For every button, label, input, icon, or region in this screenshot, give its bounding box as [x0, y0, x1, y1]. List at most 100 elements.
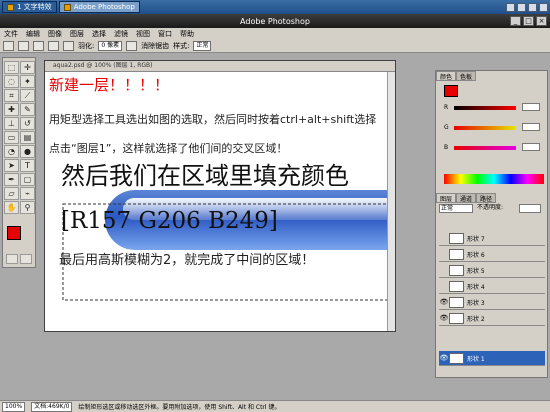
menu-window[interactable]: 窗口 — [154, 29, 176, 39]
tray-icon[interactable] — [506, 2, 515, 12]
opacity-input[interactable] — [519, 204, 541, 213]
instruction-line: 用矩型选择工具选出如图的选取，然后同时按着ctrl+alt+shift选择 — [49, 113, 377, 126]
foreground-color-swatch[interactable] — [7, 226, 21, 240]
eraser-icon[interactable]: ▭ — [4, 131, 19, 144]
shape-icon[interactable]: ▢ — [20, 173, 35, 186]
tab-color[interactable]: 颜色 — [436, 71, 457, 81]
menu-select[interactable]: 选择 — [88, 29, 110, 39]
tab-channels[interactable]: 通道 — [456, 193, 477, 203]
marquee-icon[interactable]: ⬚ — [4, 61, 19, 74]
tray-icon[interactable] — [528, 2, 537, 12]
layer-row-selected[interactable]: 👁 形状 1 — [439, 351, 545, 366]
color-spectrum[interactable] — [444, 174, 544, 184]
red-slider[interactable]: R — [444, 103, 544, 111]
feather-label: 羽化: — [78, 41, 95, 50]
palette-panel: 颜色 色板 R G B 图层 通道 路径 正常 不透明度: 形状 7 形状 6 — [435, 70, 548, 378]
layer-row[interactable]: 形状 5 — [439, 263, 545, 278]
standard-mode-button[interactable] — [6, 254, 18, 264]
panel-foreground-swatch[interactable] — [444, 85, 458, 97]
layer-row[interactable]: 👁 形状 2 — [439, 311, 545, 326]
layer-row[interactable]: 形状 6 — [439, 247, 545, 262]
eyedropper-icon[interactable]: ⌁ — [20, 187, 35, 200]
visibility-icon[interactable] — [439, 232, 449, 245]
brush-icon[interactable]: ✎ — [20, 103, 35, 116]
layer-row[interactable]: 形状 4 — [439, 279, 545, 294]
tab-paths[interactable]: 路径 — [476, 193, 497, 203]
document-window: aqua2.psd @ 100% (图层 1, RGB) 新建一层！！！！ 用矩… — [44, 60, 396, 332]
minimize-button[interactable]: _ — [510, 16, 521, 26]
blend-controls: 正常 不透明度: — [439, 204, 544, 214]
visibility-icon[interactable] — [439, 280, 449, 293]
document-size: 文档:469K/0 — [31, 401, 73, 412]
menu-layer[interactable]: 图层 — [66, 29, 88, 39]
crop-icon[interactable]: ⌗ — [4, 89, 19, 102]
instruction-line: 点击“图层1”，这样就选择了他们间的交叉区域！ — [49, 142, 288, 155]
path-select-icon[interactable]: ➤ — [4, 159, 19, 172]
close-button[interactable]: × — [536, 16, 547, 26]
slice-icon[interactable]: ⟋ — [20, 89, 35, 102]
taskbar-tab-label: 1 文字特效 — [17, 3, 52, 11]
menu-image[interactable]: 图像 — [44, 29, 66, 39]
menu-file[interactable]: 文件 — [0, 29, 22, 39]
eye-icon[interactable]: 👁 — [439, 296, 449, 309]
status-bar: 100% 文档:469K/0 绘制矩形选区或移动选区外框。要用附加选项，使用 S… — [0, 400, 550, 412]
eye-icon[interactable]: 👁 — [439, 352, 449, 365]
hand-icon[interactable]: ✋ — [4, 201, 19, 214]
layer-row[interactable]: 形状 7 — [439, 231, 545, 246]
visibility-icon[interactable] — [439, 264, 449, 277]
layer-thumbnail — [449, 296, 464, 308]
toolbox: ⬚ ✛ ◌ ✦ ⌗ ⟋ ✚ ✎ ⊥ ↺ ▭ ▤ ◔ ● ➤ T ✒ ▢ ▱ ⌁ … — [2, 57, 36, 268]
taskbar-tab-document[interactable]: 1 文字特效 — [2, 1, 57, 13]
blend-mode-select[interactable]: 正常 — [439, 204, 473, 213]
step-heading: 新建一层！！！！ — [49, 76, 170, 94]
stamp-icon[interactable]: ⊥ — [4, 117, 19, 130]
tab-swatches[interactable]: 色板 — [456, 71, 477, 81]
dodge-icon[interactable]: ● — [20, 145, 35, 158]
add-selection-icon[interactable] — [33, 40, 44, 51]
menu-help[interactable]: 帮助 — [176, 29, 198, 39]
document-canvas[interactable]: 新建一层！！！！ 用矩型选择工具选出如图的选取，然后同时按着ctrl+alt+s… — [45, 72, 395, 331]
gradient-icon[interactable]: ▤ — [20, 131, 35, 144]
blue-slider[interactable]: B — [444, 143, 544, 151]
vertical-scrollbar[interactable] — [387, 72, 395, 331]
new-selection-icon[interactable] — [18, 40, 29, 51]
layer-row[interactable]: 👁 形状 3 — [439, 295, 545, 310]
style-select[interactable]: 正常 — [193, 40, 212, 51]
antialias-checkbox[interactable] — [126, 40, 138, 51]
pen-icon[interactable]: ✒ — [4, 173, 19, 186]
healing-icon[interactable]: ✚ — [4, 103, 19, 116]
window-controls: _ □ × — [510, 16, 547, 26]
menu-view[interactable]: 视图 — [132, 29, 154, 39]
green-slider[interactable]: G — [444, 123, 544, 131]
system-tray — [506, 2, 550, 12]
intersect-selection-icon[interactable] — [63, 40, 74, 51]
tray-icon[interactable] — [517, 2, 526, 12]
history-brush-icon[interactable]: ↺ — [20, 117, 35, 130]
taskbar-tab-photoshop[interactable]: Adobe Photoshop — [58, 1, 140, 13]
move-icon[interactable]: ✛ — [20, 61, 35, 74]
subtract-selection-icon[interactable] — [48, 40, 59, 51]
feather-input[interactable]: 0 像素 — [98, 40, 123, 51]
menu-filter[interactable]: 滤镜 — [110, 29, 132, 39]
visibility-icon[interactable] — [439, 248, 449, 261]
blur-icon[interactable]: ◔ — [4, 145, 19, 158]
marquee-tool-icon[interactable] — [3, 40, 14, 51]
tab-layers[interactable]: 图层 — [436, 193, 457, 203]
eye-icon[interactable]: 👁 — [439, 312, 449, 325]
layers-panel-tabs: 图层 通道 路径 — [436, 193, 547, 203]
quickmask-mode-button[interactable] — [20, 254, 32, 264]
tray-icon[interactable] — [539, 2, 548, 12]
zoom-icon[interactable]: ⚲ — [20, 201, 35, 214]
layer-thumbnail — [449, 312, 464, 324]
lasso-icon[interactable]: ◌ — [4, 75, 19, 88]
layer-name: 形状 7 — [467, 235, 485, 243]
zoom-level[interactable]: 100% — [2, 401, 26, 412]
notes-icon[interactable]: ▱ — [4, 187, 19, 200]
maximize-button[interactable]: □ — [523, 16, 534, 26]
layer-name: 形状 4 — [467, 283, 485, 291]
taskbar-tab-label: Adobe Photoshop — [73, 3, 135, 11]
type-icon[interactable]: T — [20, 159, 35, 172]
magic-wand-icon[interactable]: ✦ — [20, 75, 35, 88]
instruction-line: 最后用高斯模糊为2，就完成了中间的区域！ — [59, 253, 315, 268]
menu-edit[interactable]: 编辑 — [22, 29, 44, 39]
